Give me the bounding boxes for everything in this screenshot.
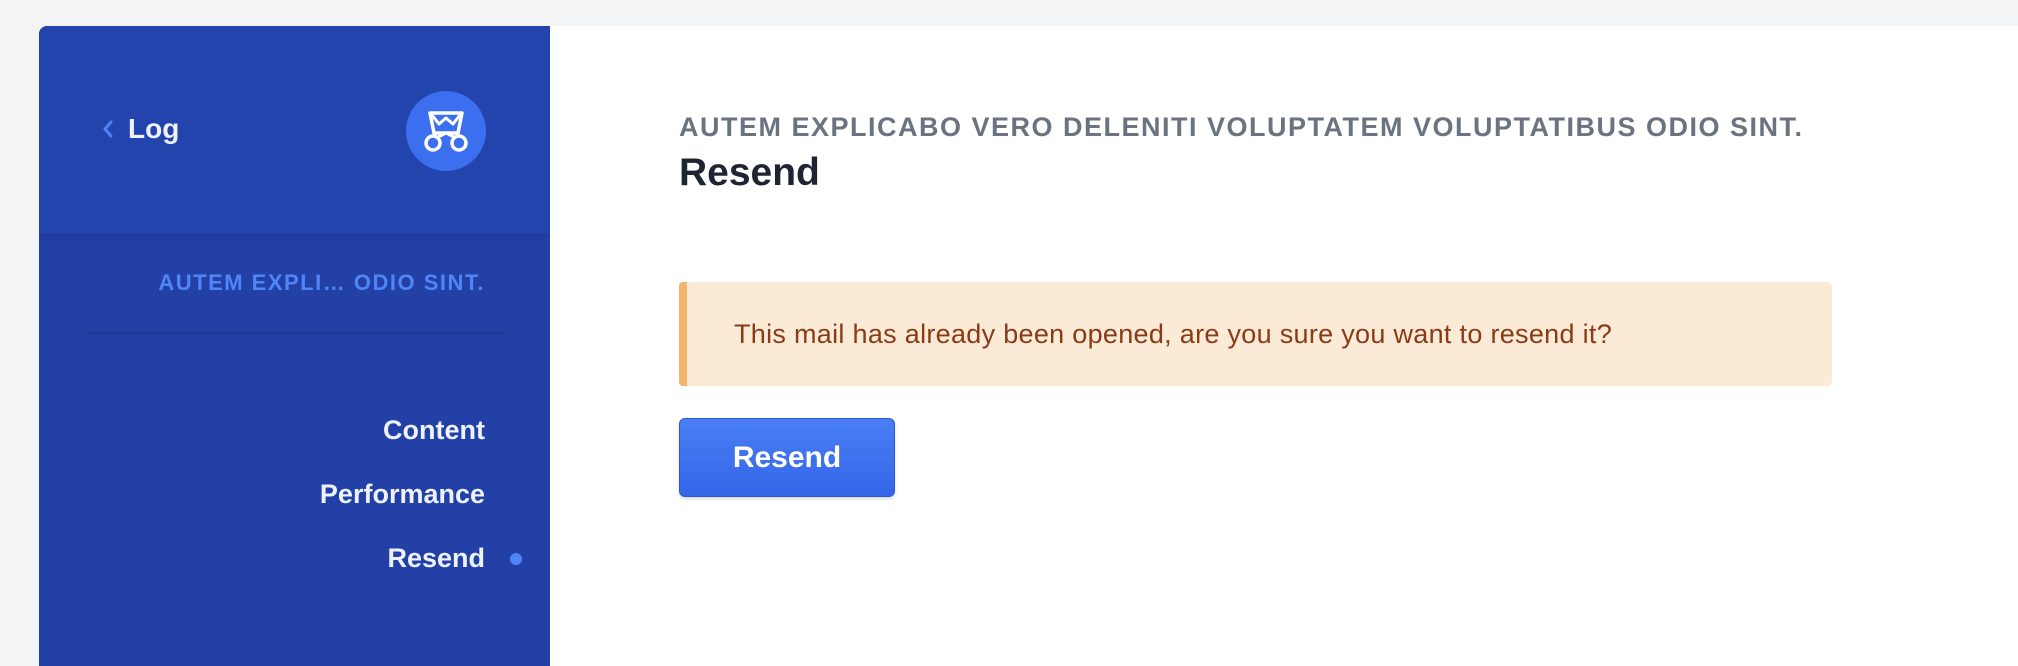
- sidebar-header: Log: [39, 26, 550, 234]
- alert-text: This mail has already been opened, are y…: [734, 318, 1613, 349]
- chevron-left-icon: [103, 120, 113, 138]
- nav-item-resend[interactable]: Resend: [320, 526, 522, 590]
- nav-item-label: Resend: [387, 543, 485, 573]
- main-content: AUTEM EXPLICABO VERO DELENITI VOLUPTATEM…: [550, 26, 2018, 666]
- page-kicker: AUTEM EXPLICABO VERO DELENITI VOLUPTATEM…: [679, 112, 1804, 142]
- app-shell: Log AUTEM EXPLI… ODIO SINT. Content Perf…: [39, 26, 2018, 666]
- mail-courier-logo-icon: [406, 91, 486, 171]
- nav-item-performance[interactable]: Performance: [320, 462, 485, 526]
- section-label: AUTEM EXPLI… ODIO SINT.: [158, 270, 485, 295]
- sidebar: Log AUTEM EXPLI… ODIO SINT. Content Perf…: [39, 26, 550, 666]
- resend-button[interactable]: Resend: [679, 418, 895, 497]
- back-link[interactable]: Log: [101, 113, 179, 145]
- nav-item-label: Performance: [319, 479, 485, 509]
- nav-item-label: Content: [383, 415, 485, 445]
- sidebar-divider: [86, 332, 502, 334]
- warning-alert: This mail has already been opened, are y…: [679, 282, 1832, 386]
- active-indicator-dot: [510, 553, 522, 565]
- back-link-label: Log: [128, 113, 180, 144]
- sidebar-nav: Content Performance Resend: [320, 398, 522, 590]
- nav-item-content[interactable]: Content: [320, 398, 485, 462]
- page-title: Resend: [679, 151, 820, 194]
